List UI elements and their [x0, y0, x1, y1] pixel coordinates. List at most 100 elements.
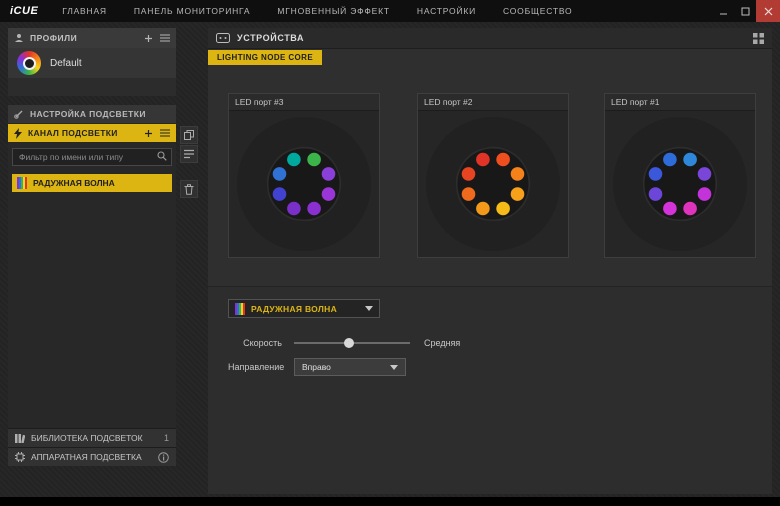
effect-tools [180, 126, 198, 199]
led-5[interactable] [683, 201, 697, 216]
lighting-channel-tab[interactable]: КАНАЛ ПОДСВЕТКИ [8, 124, 176, 142]
effect-controls: Скорость Средняя Направление Вправо [228, 337, 460, 376]
led-6[interactable] [476, 201, 490, 216]
led-1[interactable] [287, 152, 301, 167]
rainbow-wave-icon [17, 177, 27, 189]
menu-item-community[interactable]: СООБЩЕСТВО [503, 6, 572, 16]
effect-filter [12, 147, 172, 166]
effect-item-label: РАДУЖНАЯ ВОЛНА [33, 178, 115, 188]
profile-item-default[interactable]: Default [8, 48, 176, 78]
lighting-library-row[interactable]: БИБЛИОТЕКА ПОДСВЕТОК 1 [8, 428, 176, 447]
add-channel-icon[interactable] [144, 129, 153, 138]
profiles-icon [15, 34, 23, 42]
led-4[interactable] [510, 187, 525, 201]
led-8[interactable] [648, 167, 663, 181]
effect-filter-input[interactable] [12, 148, 172, 166]
devices-title: УСТРОЙСТВА [237, 33, 305, 43]
fan-graphic-port-2[interactable] [423, 114, 563, 254]
close-button[interactable] [756, 0, 780, 22]
profiles-panel: ПРОФИЛИ Default [8, 28, 176, 96]
trash-icon [184, 183, 194, 195]
library-icon [15, 434, 25, 443]
menu-item-instant-effect[interactable]: МГНОВЕННЫЙ ЭФФЕКТ [277, 6, 390, 16]
led-7[interactable] [648, 187, 663, 201]
led-2[interactable] [683, 152, 697, 167]
rainbow-wave-icon [235, 302, 245, 315]
copy-effect-button[interactable] [180, 126, 198, 144]
effect-list-button[interactable] [180, 145, 198, 163]
chevron-down-icon [365, 306, 373, 311]
led-port-2-label: LED порт #2 [418, 94, 568, 111]
add-profile-icon[interactable] [144, 34, 153, 43]
speed-value: Средняя [424, 338, 461, 348]
channel-menu-icon[interactable] [160, 129, 170, 137]
icue-logo: iCUE [10, 5, 39, 17]
direction-value: Вправо [302, 362, 331, 372]
titlebar: iCUE ГЛАВНАЯ ПАНЕЛЬ МОНИТОРИНГА МГНОВЕНН… [0, 0, 780, 22]
search-icon [157, 151, 167, 161]
fan-graphic-port-3[interactable] [234, 114, 374, 254]
maximize-button[interactable] [734, 0, 756, 22]
effect-settings-section: РАДУЖНАЯ ВОЛНА Скорость Средняя Направле… [208, 286, 772, 494]
lighting-setup-panel: НАСТРОЙКА ПОДСВЕТКИ КАНАЛ ПОДСВЕТКИ РАД [8, 105, 176, 466]
led-5[interactable] [307, 201, 321, 216]
led-7[interactable] [272, 187, 287, 201]
speed-label: Скорость [243, 338, 282, 348]
led-3[interactable] [321, 167, 336, 181]
profiles-menu-icon[interactable] [160, 34, 170, 42]
led-port-1-label: LED порт #1 [605, 94, 755, 111]
devices-panel: УСТРОЙСТВА LIGHTING NODE CORE LED порт #… [208, 28, 772, 494]
led-port-3-label: LED порт #3 [229, 94, 379, 111]
list-icon [184, 149, 194, 159]
chip-icon [15, 452, 25, 462]
menu-item-settings[interactable]: НАСТРОЙКИ [417, 6, 476, 16]
icue-window: iCUE ГЛАВНАЯ ПАНЕЛЬ МОНИТОРИНГА МГНОВЕНН… [0, 0, 780, 506]
main-menu: ГЛАВНАЯ ПАНЕЛЬ МОНИТОРИНГА МГНОВЕННЫЙ ЭФ… [62, 6, 572, 16]
menu-item-home[interactable]: ГЛАВНАЯ [62, 6, 107, 16]
led-4[interactable] [321, 187, 336, 201]
info-icon[interactable] [158, 451, 169, 463]
led-5[interactable] [496, 201, 510, 216]
copy-icon [184, 130, 194, 140]
led-1[interactable] [663, 152, 677, 167]
effect-selector-dropdown[interactable]: РАДУЖНАЯ ВОЛНА [228, 299, 380, 318]
led-6[interactable] [287, 201, 301, 216]
delete-effect-button[interactable] [180, 180, 198, 198]
led-3[interactable] [510, 167, 525, 181]
led-port-3-tile: LED порт #3 [228, 93, 380, 258]
speed-slider[interactable] [294, 337, 410, 349]
lightning-icon [14, 127, 22, 139]
direction-select[interactable]: Вправо [294, 358, 406, 376]
led-2[interactable] [307, 152, 321, 167]
led-6[interactable] [663, 201, 677, 216]
hardware-lighting-row[interactable]: АППАРАТНАЯ ПОДСВЕТКА [8, 447, 176, 466]
device-icon [216, 33, 230, 43]
profile-name: Default [50, 57, 82, 69]
speed-slider-thumb[interactable] [343, 338, 354, 348]
led-4[interactable] [697, 187, 712, 201]
menu-item-dashboard[interactable]: ПАНЕЛЬ МОНИТОРИНГА [134, 6, 251, 16]
effect-item-rainbow-wave[interactable]: РАДУЖНАЯ ВОЛНА [12, 174, 172, 192]
led-1[interactable] [476, 152, 490, 167]
led-3[interactable] [697, 167, 712, 181]
led-8[interactable] [272, 167, 287, 181]
led-7[interactable] [461, 187, 476, 201]
lighting-channel-title: КАНАЛ ПОДСВЕТКИ [28, 128, 118, 138]
window-controls [712, 0, 780, 22]
lighting-setup-header: НАСТРОЙКА ПОДСВЕТКИ [8, 105, 176, 123]
led-port-2-tile: LED порт #2 [417, 93, 569, 258]
devices-header: УСТРОЙСТВА [208, 28, 772, 49]
profile-avatar-icon [17, 51, 41, 75]
minimize-button[interactable] [712, 0, 734, 22]
wrench-icon [14, 110, 23, 119]
chevron-down-icon [390, 364, 398, 370]
tab-lighting-node-core[interactable]: LIGHTING NODE CORE [208, 50, 323, 65]
fan-graphic-port-1[interactable] [610, 114, 750, 254]
grid-view-icon[interactable] [753, 32, 764, 44]
led-8[interactable] [461, 167, 476, 181]
led-2[interactable] [496, 152, 510, 167]
profiles-title: ПРОФИЛИ [30, 33, 78, 43]
lighting-setup-title: НАСТРОЙКА ПОДСВЕТКИ [30, 109, 146, 119]
hardware-label: АППАРАТНАЯ ПОДСВЕТКА [31, 452, 142, 462]
led-port-1-tile: LED порт #1 [604, 93, 756, 258]
